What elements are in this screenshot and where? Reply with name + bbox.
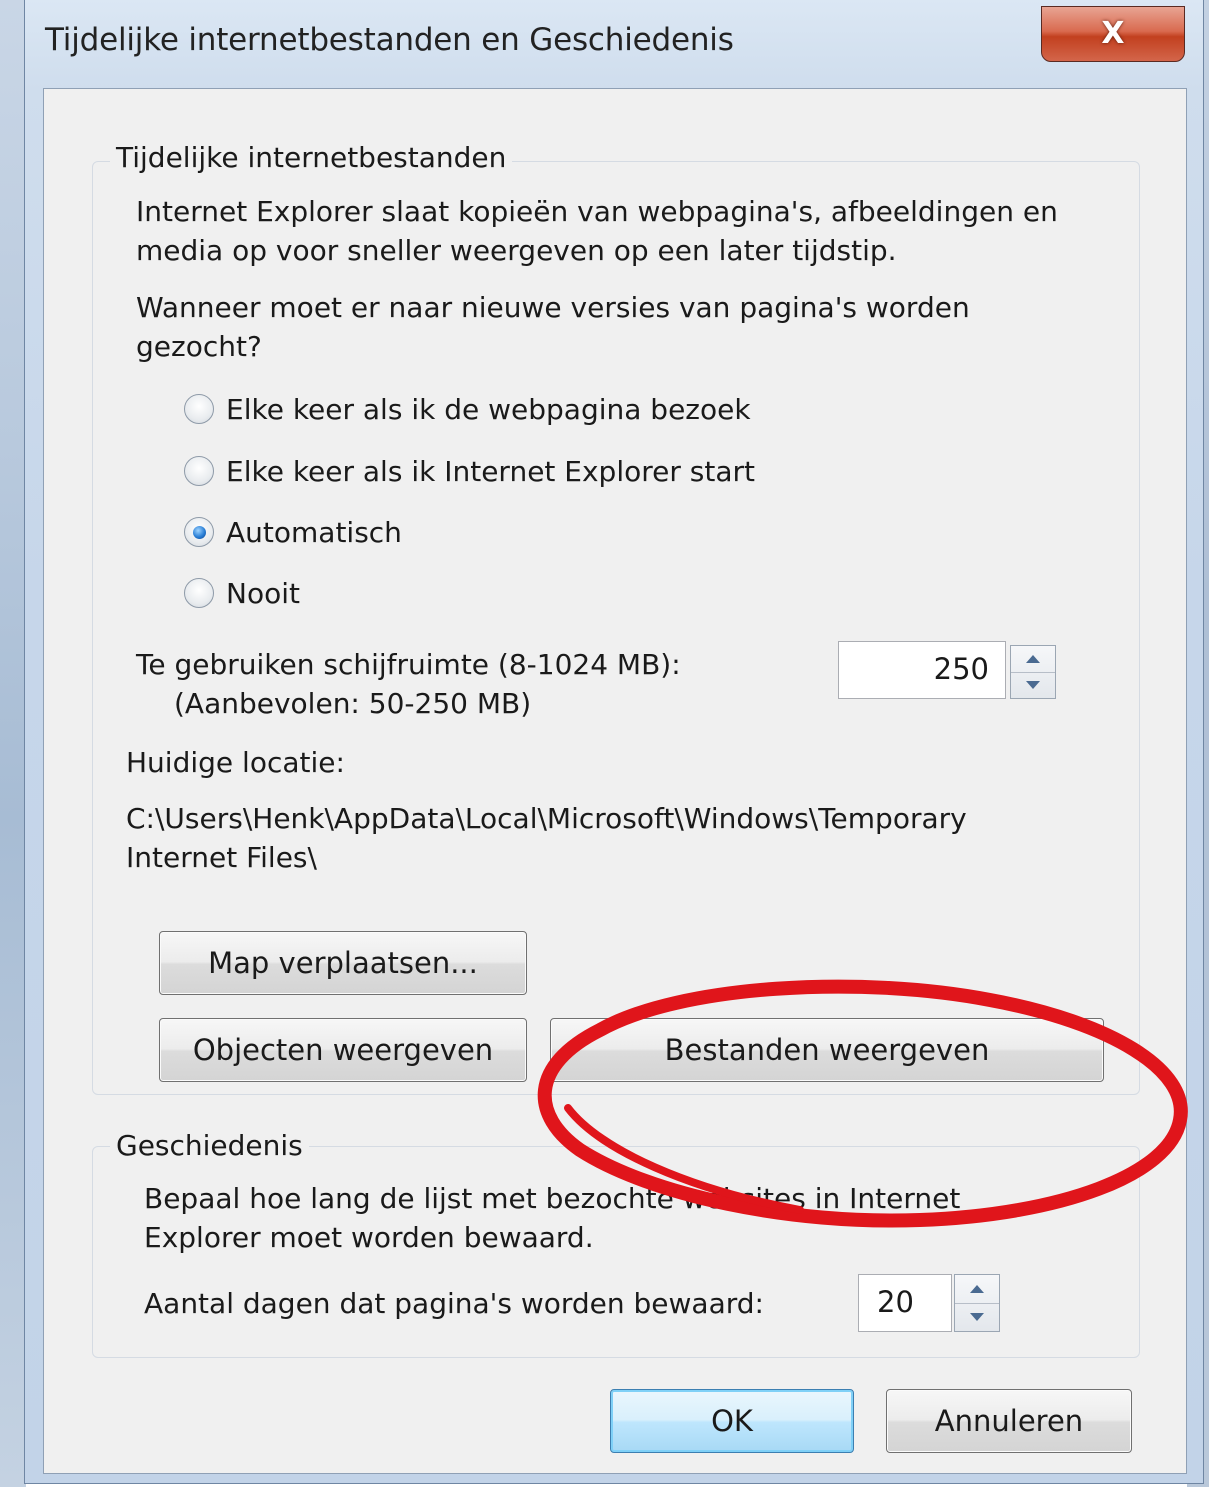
location-path-line1: C:\Users\Henk\AppData\Local\Microsoft\Wi… xyxy=(126,802,967,835)
cancel-button[interactable]: Annuleren xyxy=(886,1389,1132,1453)
move-folder-button[interactable]: Map verplaatsen... xyxy=(159,931,527,995)
close-button[interactable]: X xyxy=(1041,6,1185,62)
radio-label-never: Nooit xyxy=(226,576,300,610)
close-icon: X xyxy=(1101,16,1125,51)
disk-space-input[interactable]: 250 xyxy=(838,641,1006,699)
radio-option-every-start[interactable]: Elke keer als ik Internet Explorer start xyxy=(184,451,755,491)
history-days-label: Aantal dagen dat pagina's worden bewaard… xyxy=(144,1287,764,1320)
radio-option-every-visit[interactable]: Elke keer als ik de webpagina bezoek xyxy=(184,389,751,429)
history-days-value: 20 xyxy=(877,1285,914,1319)
spin-up-icon[interactable] xyxy=(955,1275,999,1304)
dialog-title: Tijdelijke internetbestanden en Geschied… xyxy=(45,22,734,58)
history-caption: Geschiedenis xyxy=(110,1129,309,1162)
radio-button-automatic[interactable] xyxy=(184,517,214,547)
history-days-input[interactable]: 20 xyxy=(858,1274,952,1332)
location-path-line2: Internet Files\ xyxy=(126,841,317,874)
history-description-line1: Bepaal hoe lang de lijst met bezochte we… xyxy=(144,1182,961,1215)
dialog-client-area: Tijdelijke internetbestanden Internet Ex… xyxy=(43,88,1187,1474)
radio-option-automatic[interactable]: Automatisch xyxy=(184,512,402,552)
disk-space-value: 250 xyxy=(933,652,989,686)
view-files-button[interactable]: Bestanden weergeven xyxy=(550,1018,1104,1082)
radio-button-never[interactable] xyxy=(184,578,214,608)
location-label: Huidige locatie: xyxy=(126,746,345,779)
history-days-spinner[interactable] xyxy=(954,1274,1000,1332)
radio-label-every-visit: Elke keer als ik de webpagina bezoek xyxy=(226,392,751,426)
disk-space-spinner[interactable] xyxy=(1010,645,1056,699)
radio-option-never[interactable]: Nooit xyxy=(184,573,300,613)
radio-button-every-visit[interactable] xyxy=(184,394,214,424)
disk-space-recommended: (Aanbevolen: 50-250 MB) xyxy=(174,687,532,720)
radio-label-automatic: Automatisch xyxy=(226,515,402,549)
spin-up-icon[interactable] xyxy=(1011,646,1055,673)
background-left xyxy=(0,0,26,1487)
temp-files-description-line1: Internet Explorer slaat kopieën van webp… xyxy=(136,195,1058,228)
disk-space-label: Te gebruiken schijfruimte (8-1024 MB): xyxy=(136,648,681,681)
check-question-line1: Wanneer moet er naar nieuwe versies van … xyxy=(136,291,970,324)
ok-button[interactable]: OK xyxy=(610,1389,854,1453)
view-objects-button[interactable]: Objecten weergeven xyxy=(159,1018,527,1082)
temp-files-caption: Tijdelijke internetbestanden xyxy=(110,141,513,174)
spin-down-icon[interactable] xyxy=(955,1303,999,1331)
radio-label-every-start: Elke keer als ik Internet Explorer start xyxy=(226,454,755,488)
temp-files-description-line2: media op voor sneller weergeven op een l… xyxy=(136,234,897,267)
spin-down-icon[interactable] xyxy=(1011,672,1055,698)
check-question-line2: gezocht? xyxy=(136,330,262,363)
dialog-window: Tijdelijke internetbestanden en Geschied… xyxy=(24,0,1204,1484)
history-description-line2: Explorer moet worden bewaard. xyxy=(144,1221,594,1254)
radio-button-every-start[interactable] xyxy=(184,456,214,486)
